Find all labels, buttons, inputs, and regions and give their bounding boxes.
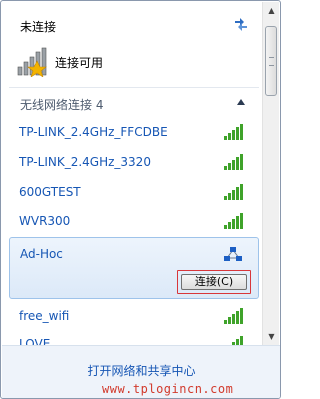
wifi-flyout-panel: 未连接 连接可用 无线网络连接 4 TP-LINK_2.4GHz_FFCDBE … (0, 0, 281, 399)
connect-button[interactable]: 连接(C) (181, 274, 247, 290)
wifi-signal-icon (224, 154, 243, 170)
network-item[interactable]: TP-LINK_2.4GHz_FFCDBE (9, 119, 259, 147)
wifi-signal-icon (224, 308, 243, 324)
scrollbar[interactable]: ▲ ▼ (262, 2, 279, 345)
network-item-selected[interactable]: Ad-Hoc 连接(C) (9, 237, 259, 299)
network-name: 600GTEST (19, 185, 81, 199)
scrollbar-thumb[interactable] (265, 26, 277, 96)
adapter-group-header[interactable]: 无线网络连接 4 (20, 96, 103, 113)
connection-status-title: 未连接 (20, 20, 57, 34)
wifi-signal-icon (224, 213, 243, 229)
open-network-sharing-center-link[interactable]: 打开网络和共享中心 (2, 362, 280, 379)
network-name: Ad-Hoc (20, 247, 63, 261)
scroll-down-icon[interactable]: ▼ (263, 328, 280, 345)
network-item[interactable]: free_wifi (9, 303, 259, 331)
divider (9, 87, 259, 88)
wifi-signal-icon (224, 124, 243, 140)
footer: 打开网络和共享中心 www.tplogincn.com (2, 345, 280, 398)
network-name: free_wifi (19, 309, 70, 323)
network-item[interactable]: TP-LINK_2.4GHz_3320 (9, 149, 259, 177)
network-item[interactable]: WVR300 (9, 208, 259, 236)
watermark: www.tplogincn.com (102, 382, 234, 396)
network-name: WVR300 (19, 214, 71, 228)
connections-available-row: 连接可用 (17, 47, 257, 77)
chevron-up-icon[interactable] (237, 99, 245, 105)
scroll-up-icon[interactable]: ▲ (263, 2, 280, 19)
wifi-signal-icon (224, 184, 243, 200)
network-item[interactable]: 600GTEST (9, 179, 259, 207)
adhoc-network-icon (224, 247, 242, 261)
connections-available-label: 连接可用 (55, 56, 104, 70)
connect-button-highlight: 连接(C) (177, 270, 251, 294)
network-name: TP-LINK_2.4GHz_3320 (19, 155, 151, 169)
network-available-icon (17, 47, 47, 77)
network-name: TP-LINK_2.4GHz_FFCDBE (19, 125, 168, 139)
refresh-icon[interactable] (232, 15, 250, 31)
